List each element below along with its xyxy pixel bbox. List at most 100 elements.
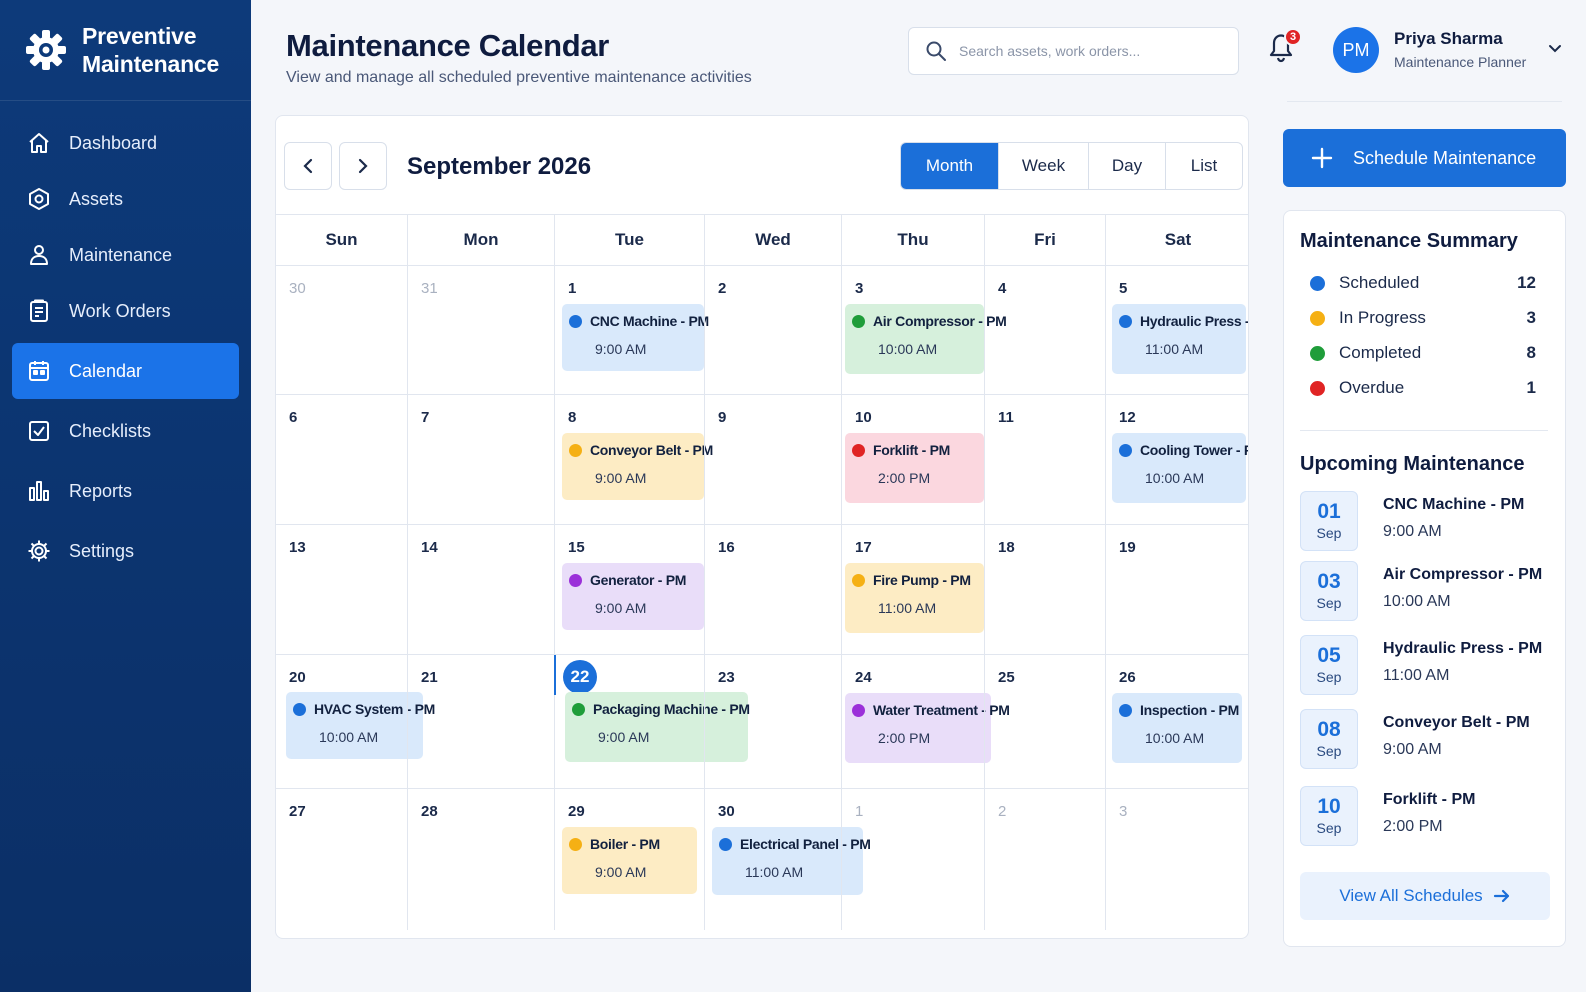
day-cell[interactable]: 2 <box>704 266 841 394</box>
day-cell[interactable]: 17 Fire Pump - PM 11:00 AM <box>841 525 984 654</box>
sidebar-item-label: Settings <box>69 540 135 561</box>
day-number: 14 <box>421 539 438 556</box>
day-cell[interactable]: 20 HVAC System - PM 10:00 AM <box>276 655 435 788</box>
user-name: Priya Sharma <box>1394 29 1503 48</box>
brand[interactable]: Preventive Maintenance <box>0 0 251 101</box>
day-number: 25 <box>998 669 1015 686</box>
event-time: 9:00 AM <box>595 600 647 616</box>
day-cell[interactable]: 11 <box>984 395 1105 524</box>
view-toggle: Month Week Day List <box>900 142 1243 190</box>
notifications-button[interactable]: 3 <box>1266 28 1302 66</box>
upcoming-item[interactable]: 10 Sep Forklift - PM 2:00 PM <box>1300 786 1550 846</box>
calendar-event[interactable]: HVAC System - PM 10:00 AM <box>286 692 435 759</box>
status-dot <box>572 702 585 716</box>
sidebar-item-calendar[interactable]: Calendar <box>12 343 239 399</box>
search-box[interactable] <box>908 27 1239 75</box>
schedule-maintenance-label: Schedule Maintenance <box>1353 147 1537 168</box>
side-panel: Maintenance Summary Scheduled 12 In Progre… <box>1283 210 1566 947</box>
day-cell[interactable]: 1 <box>841 789 984 930</box>
day-cell[interactable]: 6 <box>276 395 407 524</box>
calendar-event[interactable]: Generator - PM 9:00 AM <box>562 563 704 630</box>
sidebar-item-maintenance[interactable]: Maintenance <box>12 227 239 283</box>
view-month-button[interactable]: Month <box>901 143 998 189</box>
day-cell[interactable]: 14 <box>407 525 554 654</box>
day-number: 27 <box>289 803 306 820</box>
upcoming-item[interactable]: 01 Sep CNC Machine - PM 9:00 AM <box>1300 491 1550 551</box>
day-cell[interactable]: 2 <box>984 789 1105 930</box>
search-input[interactable] <box>959 43 1219 59</box>
day-cell[interactable]: 3 Air Compressor - PM 10:00 AM <box>841 266 1007 394</box>
day-cell[interactable]: 15 Generator - PM 9:00 AM <box>554 525 704 654</box>
day-cell[interactable]: 24 Water Treatment - PM 2:00 PM <box>841 655 1010 788</box>
calendar-event[interactable]: Conveyor Belt - PM 9:00 AM <box>562 433 713 500</box>
day-cell[interactable]: 16 <box>704 525 841 654</box>
event-title: Forklift - PM <box>852 442 984 458</box>
upcoming-title: Hydraulic Press - PM <box>1383 640 1543 657</box>
upcoming-title: Forklift - PM <box>1383 791 1476 808</box>
calendar-event[interactable]: CNC Machine - PM 9:00 AM <box>562 304 709 371</box>
sidebar-item-assets[interactable]: Assets <box>12 171 239 227</box>
day-cell[interactable]: 8 Conveyor Belt - PM 9:00 AM <box>554 395 713 524</box>
summary-title: Maintenance Summary <box>1300 230 1518 252</box>
sidebar-item-work-orders[interactable]: Work Orders <box>12 283 239 339</box>
sidebar-item-dashboard[interactable]: Dashboard <box>12 115 239 171</box>
event-time: 10:00 AM <box>878 341 938 357</box>
event-time: 2:00 PM <box>878 730 931 746</box>
event-title: Conveyor Belt - PM <box>569 442 713 458</box>
view-week-button[interactable]: Week <box>998 143 1088 189</box>
day-cell[interactable]: 12Cooling Tower - PM 10:00 AM <box>1105 395 1248 524</box>
day-cell[interactable]: 27 <box>276 789 407 930</box>
day-cell[interactable]: 9 <box>704 395 841 524</box>
sidebar-item-settings[interactable]: Settings <box>12 523 239 579</box>
calendar-event[interactable]: Cooling Tower - PM 10:00 AM <box>1112 433 1248 503</box>
calendar-event[interactable]: Water Treatment - PM 2:00 PM <box>845 693 1010 763</box>
day-cell[interactable]: 3 <box>1105 789 1248 930</box>
day-cell[interactable]: 23 <box>704 655 841 788</box>
prev-month-button[interactable] <box>284 142 332 190</box>
day-cell[interactable]: 30 <box>276 266 407 394</box>
calendar-event[interactable]: Forklift - PM 2:00 PM <box>845 433 984 503</box>
day-cell[interactable]: 31 <box>407 266 554 394</box>
view-list-button[interactable]: List <box>1165 143 1242 189</box>
view-day-button[interactable]: Day <box>1088 143 1165 189</box>
calendar-event[interactable]: Air Compressor - PM 10:00 AM <box>845 304 1007 374</box>
schedule-maintenance-button[interactable]: Schedule Maintenance <box>1283 129 1566 187</box>
page-subtitle: View and manage all scheduled preventive… <box>286 69 752 86</box>
sidebar-item-checklists[interactable]: Checklists <box>12 403 239 459</box>
avatar[interactable]: PM <box>1333 27 1379 73</box>
day-cell[interactable]: 19 <box>1105 525 1248 654</box>
calendar-event[interactable]: Hydraulic Press - PM 11:00 AM <box>1112 304 1248 374</box>
upcoming-item[interactable]: 08 Sep Conveyor Belt - PM 9:00 AM <box>1300 709 1550 769</box>
sidebar-item-label: Reports <box>69 480 133 501</box>
weekday-header: Fri <box>984 215 1105 265</box>
day-cell[interactable]: 10 Forklift - PM 2:00 PM <box>841 395 984 524</box>
day-cell[interactable]: 30 Electrical Panel - PM 11:00 AM <box>704 789 871 930</box>
next-month-button[interactable] <box>339 142 387 190</box>
upcoming-item[interactable]: 03 Sep Air Compressor - PM 10:00 AM <box>1300 561 1550 621</box>
upcoming-item[interactable]: 05 Sep Hydraulic Press - PM 11:00 AM <box>1300 635 1550 695</box>
day-cell[interactable]: 13 <box>276 525 407 654</box>
day-cell[interactable]: 22 Packaging Machine - PM 9:00 AM <box>554 655 750 788</box>
weekday-header: Wed <box>704 215 841 265</box>
day-cell[interactable]: 21 <box>407 655 554 788</box>
day-cell[interactable]: 26 Inspection - PM 10:00 AM <box>1105 655 1248 788</box>
calendar-event[interactable]: Inspection - PM 10:00 AM <box>1112 693 1242 763</box>
day-cell[interactable]: 1 CNC Machine - PM 9:00 AM <box>554 266 709 394</box>
day-cell[interactable]: 7 <box>407 395 554 524</box>
chevron-down-icon[interactable] <box>1547 40 1563 56</box>
calendar-event[interactable]: Fire Pump - PM 11:00 AM <box>845 563 984 633</box>
calendar-event[interactable]: Boiler - PM 9:00 AM <box>562 827 697 894</box>
sidebar-item-reports[interactable]: Reports <box>12 463 239 519</box>
day-cell[interactable]: 4 <box>984 266 1105 394</box>
day-cell[interactable]: 28 <box>407 789 554 930</box>
plus-icon <box>1311 147 1333 169</box>
day-cell[interactable]: 5 Hydraulic Press - PM 11:00 AM <box>1105 266 1248 394</box>
day-cell[interactable]: 18 <box>984 525 1105 654</box>
day-number: 26 <box>1119 669 1136 686</box>
assets-icon <box>27 187 51 211</box>
view-all-schedules-button[interactable]: View All Schedules <box>1300 872 1550 920</box>
day-cell[interactable]: 25 <box>984 655 1105 788</box>
date-badge: 10 Sep <box>1300 786 1358 846</box>
upcoming-title: Conveyor Belt - PM <box>1383 714 1530 731</box>
day-cell[interactable]: 29 Boiler - PM 9:00 AM <box>554 789 704 930</box>
